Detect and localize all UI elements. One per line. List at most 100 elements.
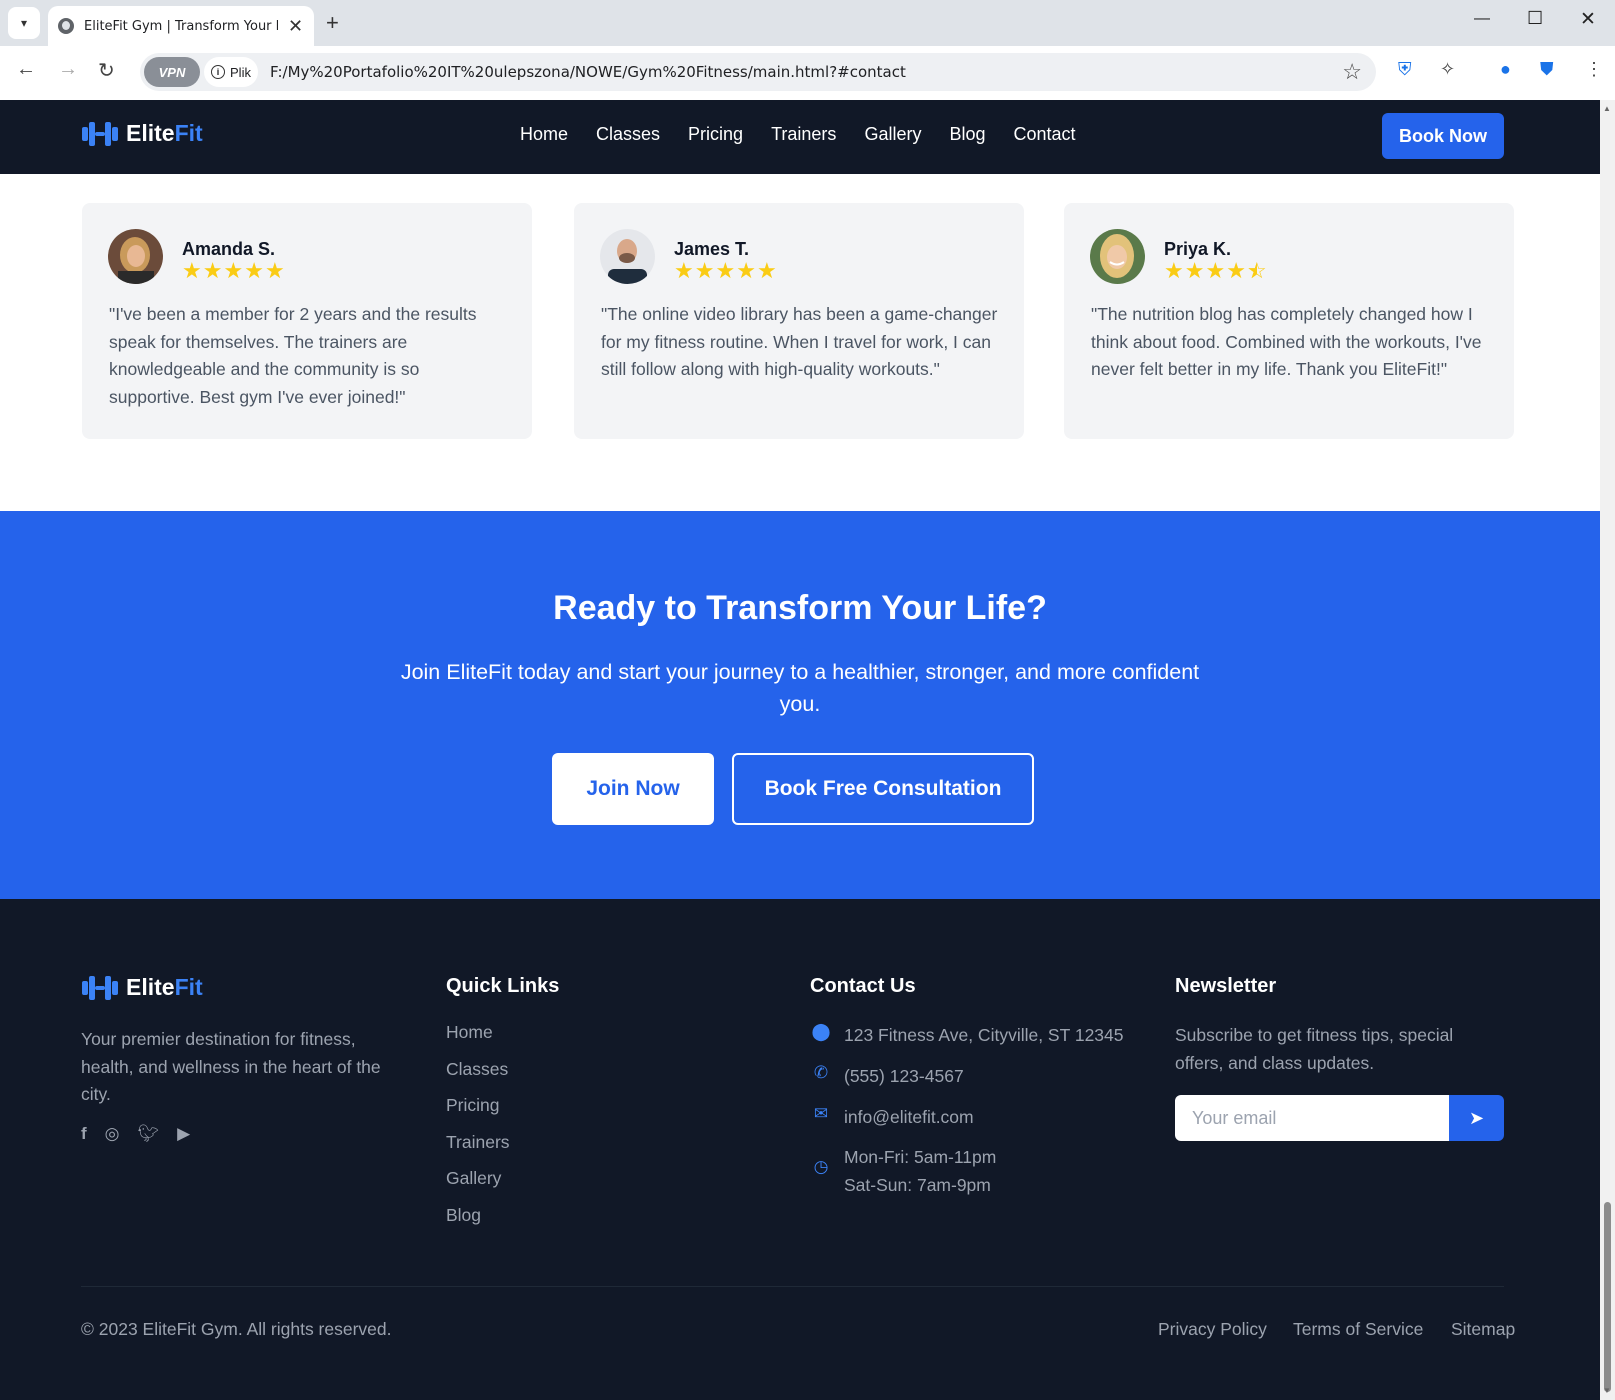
- star-icon: ★: [756, 258, 777, 283]
- contact-email: ✉ info@elitefit.com: [810, 1104, 974, 1132]
- bookmark-star-icon[interactable]: ☆: [1342, 59, 1362, 85]
- logo-text-main: Elite: [126, 120, 175, 146]
- envelope-icon: ✉: [813, 1104, 829, 1123]
- profile-icon[interactable]: ●: [1500, 59, 1511, 80]
- reload-icon[interactable]: ↻: [98, 58, 115, 83]
- nav-link-classes[interactable]: Classes: [596, 124, 660, 145]
- email-text: info@elitefit.com: [844, 1107, 974, 1127]
- footer-link-trainers[interactable]: Trainers: [446, 1132, 510, 1169]
- youtube-icon[interactable]: ▶: [177, 1124, 190, 1144]
- star-icon: ★: [223, 258, 244, 283]
- address-text: 123 Fitness Ave, Cityville, ST 12345: [844, 1025, 1124, 1045]
- newsletter-email-input[interactable]: [1175, 1095, 1449, 1141]
- minimize-icon[interactable]: —: [1474, 10, 1490, 28]
- paper-plane-icon: ➤: [1468, 1107, 1485, 1128]
- hours-weekday: Mon-Fri: 5am-11pm: [844, 1147, 997, 1167]
- phone-icon: ✆: [813, 1063, 829, 1082]
- star-icon: ★: [264, 258, 285, 283]
- map-pin-icon: ⬤: [811, 1022, 831, 1041]
- footer-link-gallery[interactable]: Gallery: [446, 1168, 510, 1205]
- hours-text: Mon-Fri: 5am-11pm Sat-Sun: 7am-9pm: [844, 1144, 996, 1199]
- nav-links: Home Classes Pricing Trainers Gallery Bl…: [520, 124, 1104, 145]
- footer-link-blog[interactable]: Blog: [446, 1205, 510, 1242]
- footer-logo[interactable]: Elite Fit: [82, 974, 203, 1001]
- address-bar[interactable]: VPN i Plik F:/My%20Portafolio%20IT%20ule…: [140, 53, 1376, 91]
- social-links: f ◎ 🐦︎ ▶: [81, 1124, 190, 1144]
- dumbbell-icon: [82, 975, 118, 1000]
- book-now-button[interactable]: Book Now: [1382, 113, 1504, 159]
- scrollbar-thumb[interactable]: [1604, 1202, 1611, 1392]
- star-icon: ★: [715, 258, 736, 283]
- new-tab-button[interactable]: +: [326, 10, 339, 36]
- star-icon: ★: [182, 258, 202, 283]
- scroll-up-arrow-icon[interactable]: ▲: [1603, 104, 1611, 113]
- quick-links-heading: Quick Links: [446, 975, 560, 997]
- security-shield-icon[interactable]: ⛊: [1540, 59, 1554, 80]
- info-icon: i: [211, 65, 226, 79]
- testimonial-card: Priya K. ★ ★ ★ ★ ☆ ★ "The nutrition blog has…: [1064, 203, 1514, 439]
- nav-link-pricing[interactable]: Pricing: [688, 124, 743, 145]
- logo-text-accent: Fit: [174, 120, 203, 146]
- dumbbell-icon: [82, 121, 118, 146]
- nav-link-home[interactable]: Home: [520, 124, 568, 145]
- logo-text-accent: Fit: [174, 974, 203, 1000]
- newsletter-heading: Newsletter: [1175, 975, 1277, 997]
- instagram-icon[interactable]: ◎: [105, 1124, 120, 1144]
- join-now-button[interactable]: Join Now: [552, 753, 714, 825]
- nav-link-blog[interactable]: Blog: [949, 124, 985, 145]
- scroll-down-arrow-icon[interactable]: ▼: [1603, 1386, 1611, 1395]
- logo-text-main: Elite: [126, 974, 175, 1000]
- avatar: [600, 229, 655, 284]
- maximize-icon[interactable]: ☐: [1527, 8, 1543, 29]
- contact-hours: ◷ Mon-Fri: 5am-11pm Sat-Sun: 7am-9pm: [810, 1144, 997, 1199]
- vpn-badge[interactable]: VPN: [144, 57, 200, 87]
- site-info-chip[interactable]: i Plik: [204, 57, 258, 87]
- page-scrollbar[interactable]: ▲ ▼: [1600, 100, 1615, 1400]
- facebook-icon[interactable]: f: [81, 1124, 87, 1144]
- extensions-puzzle-icon[interactable]: ✧: [1440, 59, 1455, 80]
- browser-tab[interactable]: EliteFit Gym | Transform Your Body ✕: [48, 6, 314, 46]
- nav-link-gallery[interactable]: Gallery: [864, 124, 921, 145]
- site-logo[interactable]: Elite Fit: [82, 120, 203, 147]
- star-icon: ★: [736, 258, 756, 283]
- nav-link-contact[interactable]: Contact: [1013, 124, 1075, 145]
- testimonial-name: Priya K.: [1164, 239, 1232, 259]
- sitemap-link[interactable]: Sitemap: [1451, 1319, 1515, 1340]
- testimonial-quote: "I've been a member for 2 years and the …: [109, 304, 477, 407]
- newsletter-submit-button[interactable]: ➤: [1449, 1095, 1504, 1141]
- back-icon[interactable]: ←: [16, 58, 36, 81]
- contact-phone: ✆ (555) 123-4567: [810, 1063, 964, 1091]
- tab-title: EliteFit Gym | Transform Your Body: [84, 18, 278, 34]
- testimonial-name: James T.: [674, 239, 750, 259]
- browser-menu-icon[interactable]: ⋮: [1585, 59, 1603, 80]
- tab-search-button[interactable]: ▾: [8, 7, 40, 39]
- book-consultation-button[interactable]: Book Free Consultation: [732, 753, 1034, 825]
- star-icon: ★: [1205, 258, 1226, 283]
- tab-close-icon[interactable]: ✕: [288, 16, 303, 37]
- clock-icon: ◷: [813, 1157, 829, 1176]
- shield-extension-icon[interactable]: ⛨: [1398, 59, 1412, 80]
- star-rating: ★ ★ ★ ★ ☆ ★: [1164, 260, 1267, 282]
- twitter-icon[interactable]: 🐦︎: [138, 1124, 160, 1144]
- site-footer: Elite Fit Your premier destination for fi…: [0, 899, 1600, 1400]
- privacy-policy-link[interactable]: Privacy Policy: [1158, 1319, 1267, 1340]
- site-navbar: Elite Fit Home Classes Pricing Trainers G…: [0, 100, 1600, 174]
- star-rating: ★ ★ ★ ★ ★: [674, 260, 777, 282]
- testimonial-card: Amanda S. ★ ★ ★ ★ ★ "I've been a member for …: [82, 203, 532, 439]
- testimonial-quote: "The online video library has been a gam…: [601, 304, 998, 379]
- footer-link-pricing[interactable]: Pricing: [446, 1095, 510, 1132]
- testimonial-card: James T. ★ ★ ★ ★ ★ "The online video library…: [574, 203, 1024, 439]
- terms-of-service-link[interactable]: Terms of Service: [1293, 1319, 1423, 1340]
- cta-title: Ready to Transform Your Life?: [553, 589, 1047, 627]
- close-window-icon[interactable]: ✕: [1580, 8, 1596, 31]
- copyright-text: © 2023 EliteFit Gym. All rights reserved…: [81, 1319, 392, 1339]
- footer-link-classes[interactable]: Classes: [446, 1059, 510, 1096]
- forward-icon[interactable]: →: [58, 58, 78, 81]
- star-icon: ★: [674, 258, 694, 283]
- contact-address: ⬤ 123 Fitness Ave, Cityville, ST 12345: [810, 1022, 1124, 1050]
- newsletter-text: Subscribe to get fitness tips, special o…: [1175, 1025, 1454, 1073]
- browser-toolbar: ← → ↻ VPN i Plik F:/My%20Portafolio%20IT…: [0, 46, 1615, 100]
- testimonial-name: Amanda S.: [182, 239, 276, 259]
- nav-link-trainers[interactable]: Trainers: [771, 124, 836, 145]
- footer-link-home[interactable]: Home: [446, 1022, 510, 1059]
